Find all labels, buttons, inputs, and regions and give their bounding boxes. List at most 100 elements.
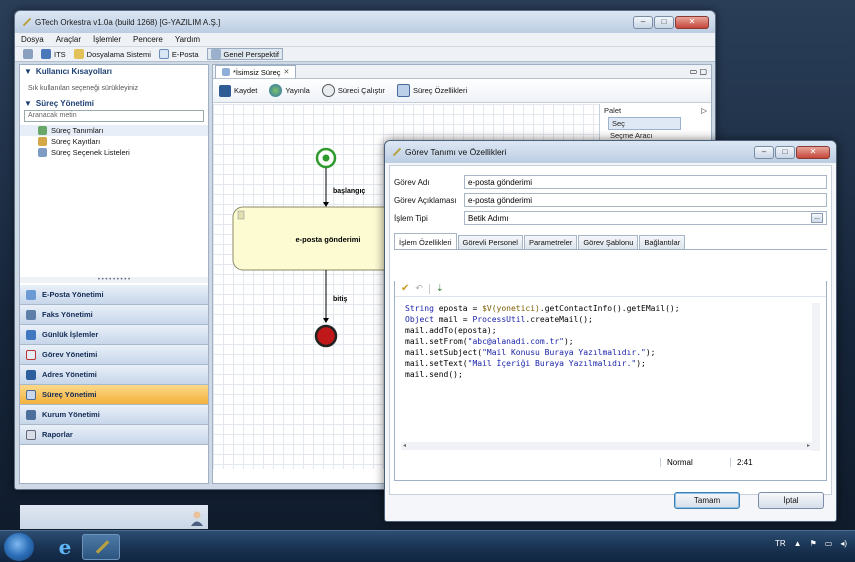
nav-reports[interactable]: Raporlar <box>20 425 208 445</box>
field-label: İşlem Tipi <box>394 213 428 223</box>
dialog-close-button[interactable]: ✕ <box>796 145 830 159</box>
editor-statusbar: Normal 2:41 <box>401 454 820 470</box>
run-process-label: Süreci Çalıştır <box>337 86 385 95</box>
close-button[interactable]: ✕ <box>675 15 709 29</box>
shortcuts-header[interactable]: ▼ Kullanıcı Kısayolları <box>20 65 208 78</box>
volume-icon[interactable]: ◂) <box>840 539 847 548</box>
code-line: String eposta = $V(yonetici).getContactI… <box>405 304 680 313</box>
main-titlebar[interactable]: GTech Orkestra v1.0a (build 1268) [G-YAZ… <box>15 11 715 33</box>
dialog-titlebar[interactable]: Görev Tanımı ve Özellikleri – □ ✕ <box>385 141 836 163</box>
start-button[interactable] <box>4 533 34 561</box>
dialog-title: Görev Tanımı ve Özellikleri <box>405 147 507 157</box>
process-icon <box>26 389 36 400</box>
tree-item-label: Süreç Kayıtları <box>51 137 101 146</box>
shortcuts-hint: Sık kullanılan seçeneği sürükleyiniz <box>28 85 139 92</box>
app-icon <box>391 147 401 157</box>
process-title: Süreç Yönetimi <box>35 99 95 108</box>
process-header[interactable]: ▼ Süreç Yönetimi <box>20 97 208 110</box>
publish-button[interactable]: Yayınla <box>269 84 310 97</box>
nav-list: E-Posta Yönetimi Faks Yönetimi Günlük İş… <box>20 285 208 445</box>
nav-process[interactable]: Süreç Yönetimi <box>20 385 208 405</box>
process-icon <box>222 68 230 76</box>
toolbar-email[interactable]: E-Posta <box>158 49 199 59</box>
scroll-right-icon[interactable]: ▸ <box>807 442 810 450</box>
toolbar-its[interactable]: ITS <box>41 49 66 59</box>
left-panel: ▼ Kullanıcı Kısayolları Sık kullanılan s… <box>19 64 209 529</box>
network-icon[interactable]: ▭ <box>825 539 833 548</box>
nav-daily[interactable]: Günlük İşlemler <box>20 325 208 345</box>
tab-parameters[interactable]: Parametreler <box>523 235 578 249</box>
main-toolbar: ITS Dosyalama Sistemi E-Posta Genel Pers… <box>15 47 715 62</box>
minimize-button[interactable]: – <box>633 15 653 29</box>
flag-icon[interactable]: ⚑ <box>810 539 817 548</box>
language-indicator[interactable]: TR <box>775 539 786 548</box>
perspective-icon <box>210 49 221 59</box>
tree-item-process-records[interactable]: Süreç Kayıtları <box>20 136 208 147</box>
palette-select-tool[interactable]: Seç <box>608 117 681 130</box>
cancel-button[interactable]: İptal <box>758 492 824 509</box>
show-hidden-icons-icon[interactable]: ▲ <box>794 539 802 548</box>
tab-operation-properties[interactable]: İşlem Özellikleri <box>394 233 457 249</box>
toolbar-settings[interactable] <box>23 49 33 59</box>
ok-button[interactable]: Tamam <box>674 492 740 509</box>
menu-pencere[interactable]: Pencere <box>133 35 163 44</box>
run-script-icon[interactable]: ⇣ <box>436 283 444 294</box>
scroll-left-icon[interactable]: ◂ <box>403 442 406 450</box>
editor-toolbar: Kaydet Yayınla Süreci Çalıştır Süreç Öze… <box>213 79 711 103</box>
nav-daily-label: Günlük İşlemler <box>42 330 99 339</box>
nav-tasks[interactable]: Görev Yönetimi <box>20 345 208 365</box>
check-icon[interactable]: ✔ <box>401 283 409 294</box>
search-input[interactable]: Aranacak metin <box>24 110 204 122</box>
nav-organization[interactable]: Kurum Yönetimi <box>20 405 208 425</box>
toolbar-files[interactable]: Dosyalama Sistemi <box>73 49 151 59</box>
code-line: mail.setText("Mail İçeriği Buraya Yazılm… <box>405 359 646 368</box>
start-flow-label: başlangıç <box>333 188 366 195</box>
palette-title: Palet <box>604 106 622 115</box>
menu-dosya[interactable]: Dosya <box>21 35 44 44</box>
tab-connections[interactable]: Bağlantılar <box>639 235 686 249</box>
nav-address[interactable]: Adres Yönetimi <box>20 365 208 385</box>
tree-item-process-definitions[interactable]: Süreç Tanımları <box>20 125 208 136</box>
toolbar-perspective[interactable]: Genel Perspektif <box>206 48 283 60</box>
folder-icon <box>73 49 84 59</box>
field-task-name: Görev Adı e-posta gönderimi <box>390 174 831 190</box>
menu-islemler[interactable]: İşlemler <box>93 35 121 44</box>
horizontal-scrollbar[interactable]: ◂ ▸ <box>401 442 812 450</box>
task-description-input[interactable]: e-posta gönderimi <box>464 193 827 207</box>
tab-task-template[interactable]: Görev Şablonu <box>578 235 639 249</box>
email-icon <box>158 49 169 59</box>
palette-header[interactable]: Palet ▷ <box>600 104 711 117</box>
dialog-minimize-button[interactable]: – <box>754 145 774 159</box>
process-properties-button[interactable]: Süreç Özellikleri <box>396 84 467 97</box>
vertical-scrollbar[interactable] <box>812 303 820 451</box>
dialog-maximize-button[interactable]: □ <box>775 145 795 159</box>
ie-taskbar-button[interactable]: e <box>46 534 84 560</box>
end-event[interactable] <box>314 324 338 348</box>
user-icon[interactable] <box>190 510 204 526</box>
browse-button[interactable]: ... <box>811 213 823 223</box>
tab-assigned-staff[interactable]: Görevli Personel <box>457 235 523 249</box>
save-label: Kaydet <box>234 86 258 95</box>
menu-yardim[interactable]: Yardım <box>175 35 200 44</box>
maximize-button[interactable]: □ <box>654 15 674 29</box>
task-name-input[interactable]: e-posta gönderimi <box>464 175 827 189</box>
minimize-view-icon[interactable]: ▭ ▢ <box>690 67 707 76</box>
operation-type-input[interactable]: Betik Adımı ... <box>464 211 827 225</box>
script-editor[interactable]: String eposta = $V(yonetici).getContactI… <box>401 303 820 451</box>
close-icon[interactable]: ✕ <box>284 68 290 76</box>
chevron-right-icon[interactable]: ▷ <box>701 106 707 115</box>
fax-icon <box>26 309 36 320</box>
field-label: Görev Açıklaması <box>394 195 457 205</box>
editor-tab-label: *İsimsiz Süreç <box>233 67 281 77</box>
undo-icon[interactable]: ↶ <box>415 283 423 294</box>
nav-email[interactable]: E-Posta Yönetimi <box>20 285 208 305</box>
orkestra-taskbar-button[interactable] <box>82 534 120 560</box>
nav-fax[interactable]: Faks Yönetimi <box>20 305 208 325</box>
insert-mode-status: Normal <box>660 457 730 467</box>
panel-splitter[interactable]: • • • • • • • • • <box>20 277 208 283</box>
run-process-button[interactable]: Süreci Çalıştır <box>321 84 385 97</box>
tree-item-option-lists[interactable]: Süreç Seçenek Listeleri <box>20 147 208 158</box>
save-button[interactable]: Kaydet <box>219 84 258 97</box>
menu-araclar[interactable]: Araçlar <box>56 35 81 44</box>
editor-tab[interactable]: *İsimsiz Süreç ✕ <box>215 65 297 78</box>
